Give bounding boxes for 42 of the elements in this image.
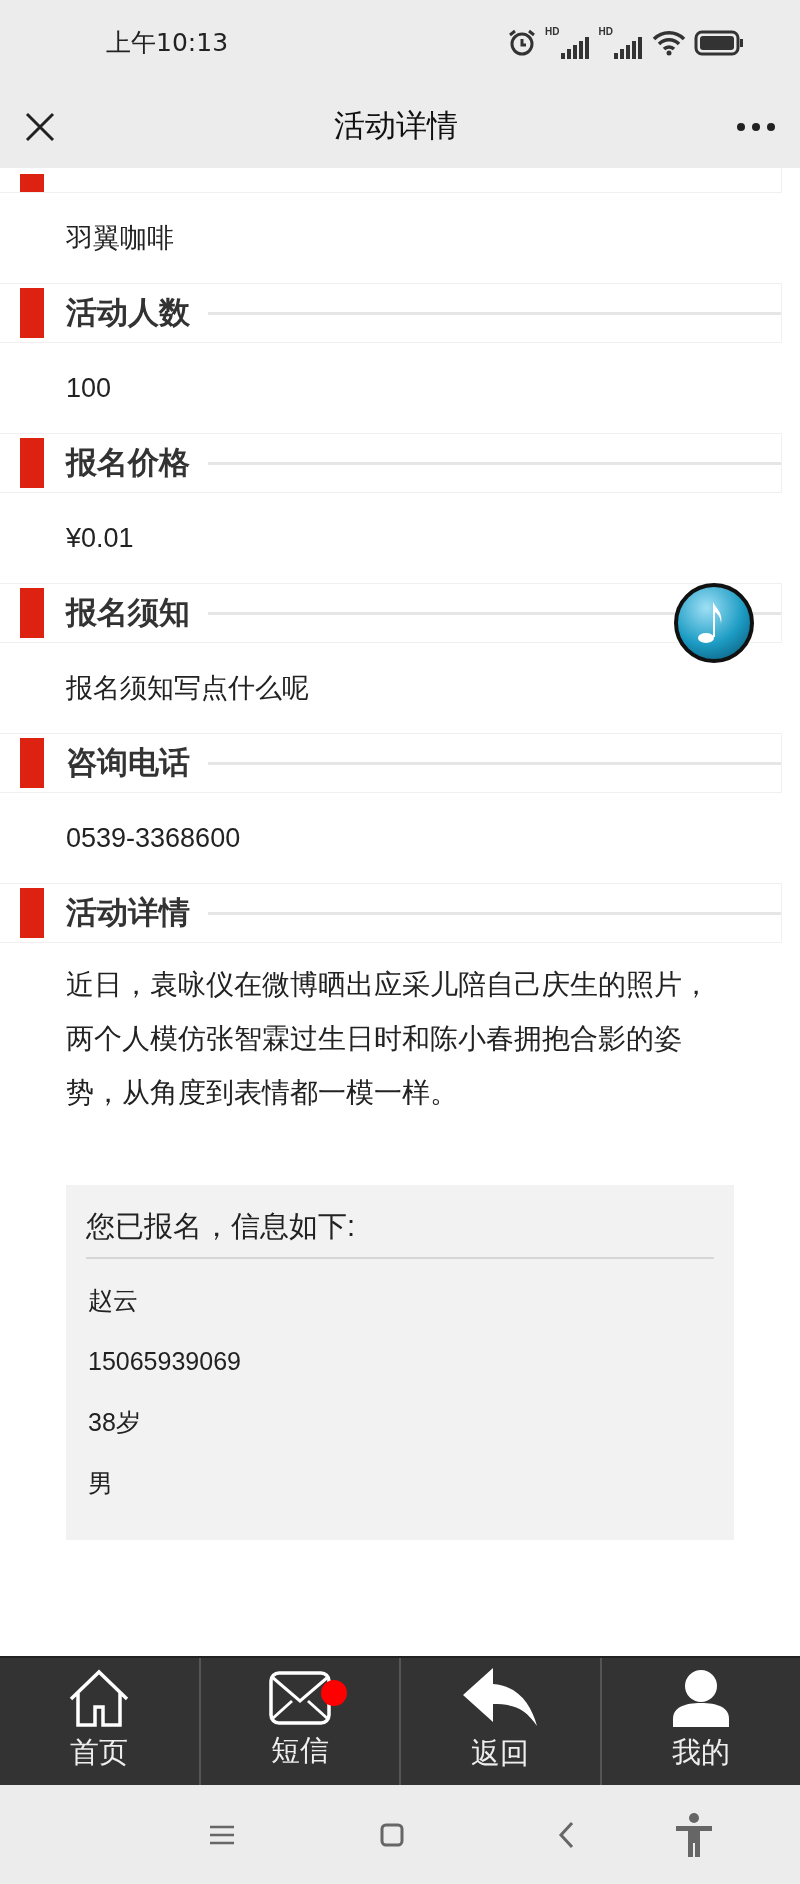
back-icon[interactable]	[558, 1821, 574, 1849]
info-text: 15065939069	[88, 1346, 241, 1378]
network-label: HD	[598, 26, 613, 37]
section-heading: 活动人数	[66, 293, 190, 332]
accessibility-icon[interactable]	[675, 1813, 713, 1857]
info-text: 38岁	[88, 1407, 141, 1439]
detail-text: 近日，袁咏仪在微博晒出应采儿陪自己庆生的照片，两个人模仿张智霖过生日时和陈小春拥抱合影的姿势，从角度到表情都一模一样。	[66, 968, 711, 1110]
section-value: 0539-3368600	[66, 821, 241, 855]
section-heading: 报名价格	[66, 443, 190, 482]
music-note-icon[interactable]	[673, 582, 755, 664]
alarm-icon	[507, 28, 538, 57]
home-button-icon[interactable]	[380, 1823, 404, 1847]
menu-icon[interactable]	[210, 1825, 234, 1845]
card-title: 您已报名，信息如下:	[86, 1205, 714, 1259]
section-marker	[20, 438, 44, 488]
section-marker	[20, 174, 44, 192]
section-marker	[20, 288, 44, 338]
home-icon	[69, 1668, 130, 1727]
section-marker	[20, 888, 44, 938]
section-value: 报名须知写点什么呢	[66, 671, 309, 705]
section-marker	[20, 738, 44, 788]
section-value: 100	[66, 371, 112, 405]
mail-icon	[268, 1670, 331, 1725]
section-heading: 报名须知	[66, 593, 190, 632]
network-label: HD	[545, 26, 560, 37]
wifi-icon	[652, 29, 686, 56]
section-value: ¥0.01	[66, 521, 134, 555]
section-value: 羽翼咖啡	[66, 221, 174, 255]
section-marker	[20, 588, 44, 638]
battery-icon	[694, 29, 744, 56]
section-heading: 活动详情	[66, 893, 190, 932]
status-time: 上午10:13	[106, 26, 229, 59]
info-text: 赵云	[88, 1285, 138, 1317]
section-heading: 咨询电话	[66, 743, 190, 782]
more-icon[interactable]	[736, 121, 776, 132]
signal-icon	[560, 36, 591, 59]
tab-button[interactable]: 首页	[0, 1658, 199, 1785]
close-icon[interactable]	[24, 110, 56, 143]
signal-icon	[614, 36, 644, 59]
info-text: 男	[88, 1468, 113, 1500]
page-title: 活动详情	[334, 107, 458, 146]
user-icon	[670, 1668, 731, 1727]
